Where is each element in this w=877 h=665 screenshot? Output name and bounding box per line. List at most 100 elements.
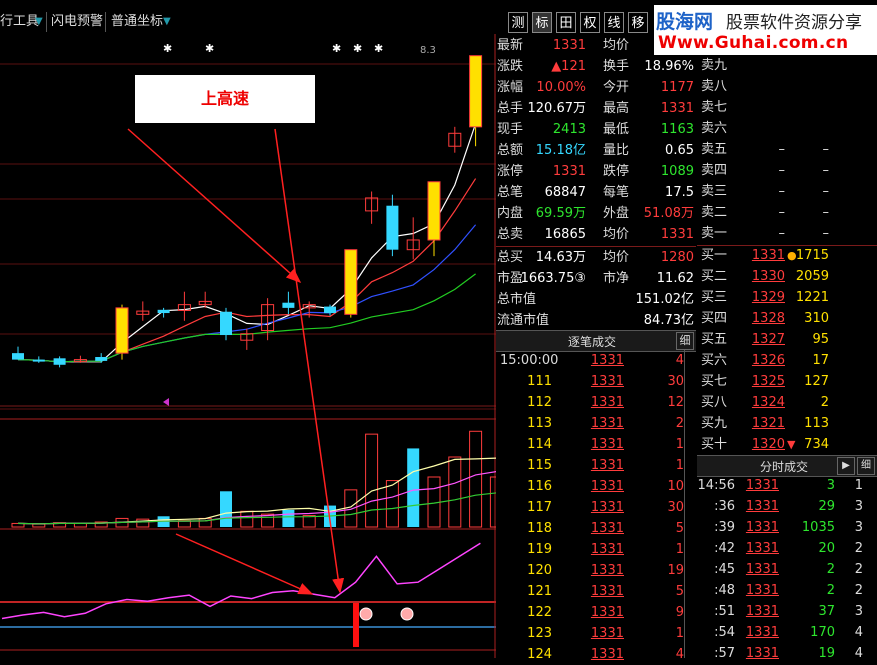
tick-volume: 1 (675, 542, 684, 557)
quote-label: 总买 (497, 250, 524, 265)
buy-level-row[interactable]: 买一 1331 ● 1715 (697, 245, 877, 266)
tick-price: 1331 (590, 605, 624, 620)
tick-volume: 12 (667, 395, 684, 410)
buy-level-row[interactable]: 买九 1321 113 (697, 413, 877, 434)
minute-detail-button[interactable]: 细 (857, 457, 875, 475)
tab-move[interactable]: 移 (628, 12, 648, 33)
buy-level-label: 买八 (701, 395, 728, 410)
quote-label: 现手 (497, 122, 524, 137)
minute-trade-row: :42 1331 20 2 (697, 538, 877, 559)
sell-level-volume: – (822, 205, 830, 220)
flash-alert-menu[interactable]: 闪电预警 (51, 12, 103, 32)
quote-row: 涨停 1331 跌停 1089 (496, 161, 696, 182)
quote-label-2: 跌停 (603, 164, 630, 179)
minute-trade-time: :42 (714, 541, 735, 556)
buy-level-row[interactable]: 买四 1328 310 (697, 308, 877, 329)
buy-level-row[interactable]: 买十 1320 ▼ 734 (697, 434, 877, 455)
sell-level-row[interactable]: 卖八 (697, 76, 877, 97)
chart-canvas[interactable]: ✱ ✱ ✱ ✱ ✱ 8.3 (0, 34, 503, 658)
minute-trade-price: 1331 (745, 499, 779, 514)
minute-trade-row: 14:56 1331 3 1 (697, 475, 877, 496)
buy-level-label: 买四 (701, 311, 728, 326)
minute-trade-time: :48 (714, 583, 735, 598)
sell-level-label: 卖五 (701, 142, 728, 157)
buy-level-label: 买十 (701, 437, 728, 452)
candle-body (386, 205, 399, 250)
tab-mark[interactable]: 标 (532, 12, 552, 33)
line-tool-dropdown-icon[interactable]: ▼ (35, 12, 45, 32)
minute-trade-time: 14:56 (697, 478, 735, 493)
buy-level-label: 买三 (701, 290, 728, 305)
candle-body (157, 309, 170, 314)
minute-trade-price: 1331 (745, 520, 779, 535)
sell-level-row[interactable]: 卖二 – – (697, 202, 877, 223)
minute-trade-volume: 3 (826, 478, 835, 493)
volume-bar (240, 510, 254, 528)
buy-level-row[interactable]: 买三 1329 1221 (697, 287, 877, 308)
tick-time: 114 (527, 437, 552, 452)
buy-level-row[interactable]: 买五 1327 95 (697, 329, 877, 350)
minute-trade-price: 1331 (745, 604, 779, 619)
quote-label-2: 外盘 (603, 206, 630, 221)
minute-trade-time: :45 (714, 562, 735, 577)
tab-measure[interactable]: 测 (508, 12, 528, 33)
tick-time: 120 (527, 563, 552, 578)
volume-bar (385, 480, 399, 528)
candlestick-chart[interactable]: ✱ ✱ ✱ ✱ ✱ 8.3 (0, 34, 503, 658)
quote-divider (496, 246, 696, 247)
minute-trade-price: 1331 (745, 625, 779, 640)
minute-trade-price: 1331 (745, 541, 779, 556)
line-tool-menu[interactable]: 行工具 (0, 12, 39, 32)
tick-scrollbar[interactable] (684, 350, 685, 658)
minute-trade-volume: 37 (818, 604, 835, 619)
buy-level-label: 买九 (701, 416, 728, 431)
sell-level-row[interactable]: 卖五 – – (697, 139, 877, 160)
tab-grid[interactable]: 田 (556, 12, 576, 33)
buy-level-row[interactable]: 买二 1330 2059 (697, 266, 877, 287)
coordinate-dropdown-icon[interactable]: ▼ (163, 12, 173, 32)
tick-volume: 5 (675, 521, 684, 536)
buy-level-row[interactable]: 买七 1325 127 (697, 371, 877, 392)
banner-slogan: 股票软件资源分享 (726, 13, 862, 33)
sell-level-price: – (778, 163, 786, 178)
price-top-label: 8.3 (420, 45, 436, 56)
event-marker-icon: ✱ (163, 42, 172, 55)
candle-body (95, 357, 108, 361)
tick-row: 123 1331 1 (496, 623, 696, 644)
minute-trade-count: 3 (854, 499, 863, 514)
minute-trade-row: :54 1331 170 4 (697, 622, 877, 643)
quote-value-2: 0.65 (665, 143, 694, 158)
quote-value: 10.00% (536, 80, 586, 95)
minute-trade-volume: 29 (818, 499, 835, 514)
tick-detail-button[interactable]: 细 (676, 332, 694, 350)
buy-level-row[interactable]: 买六 1326 17 (697, 350, 877, 371)
quote-row: 内盘 69.59万 外盘 51.08万 (496, 203, 696, 224)
tick-volume: 1 (675, 437, 684, 452)
coordinate-mode-menu[interactable]: 普通坐标 (111, 12, 163, 32)
minute-trade-volume: 2 (826, 562, 835, 577)
candle-body (220, 311, 232, 336)
buy-level-row[interactable]: 买八 1324 2 (697, 392, 877, 413)
tab-line[interactable]: 线 (604, 12, 624, 33)
buy-level-volume: 113 (804, 416, 829, 431)
quote-value-2: 18.96% (644, 59, 694, 74)
sell-level-volume: – (822, 226, 830, 241)
sell-level-label: 卖九 (701, 58, 728, 73)
sell-level-row[interactable]: 卖三 – – (697, 181, 877, 202)
sell-level-row[interactable]: 卖九 (697, 55, 877, 76)
sell-level-row[interactable]: 卖一 – – (697, 223, 877, 244)
play-icon[interactable]: ▶ (837, 457, 855, 475)
sell-level-row[interactable]: 卖四 – – (697, 160, 877, 181)
quote-row: 总手 120.67万 最高 1331 (496, 98, 696, 119)
quote-value: 69.59万 (535, 206, 586, 221)
quote-row: 涨跌 ▲121 换手 18.96% (496, 56, 696, 77)
buy-level-price: 1320 (751, 437, 785, 452)
tick-price: 1331 (590, 500, 624, 515)
buy-level-volume: 310 (804, 311, 829, 326)
sell-level-row[interactable]: 卖六 (697, 118, 877, 139)
tick-row: 112 1331 12 (496, 392, 696, 413)
sell-level-row[interactable]: 卖七 (697, 97, 877, 118)
buy-level-price: 1329 (751, 290, 785, 305)
tab-rights[interactable]: 权 (580, 12, 600, 33)
quote-row: 总市值 151.02亿 (496, 289, 696, 310)
